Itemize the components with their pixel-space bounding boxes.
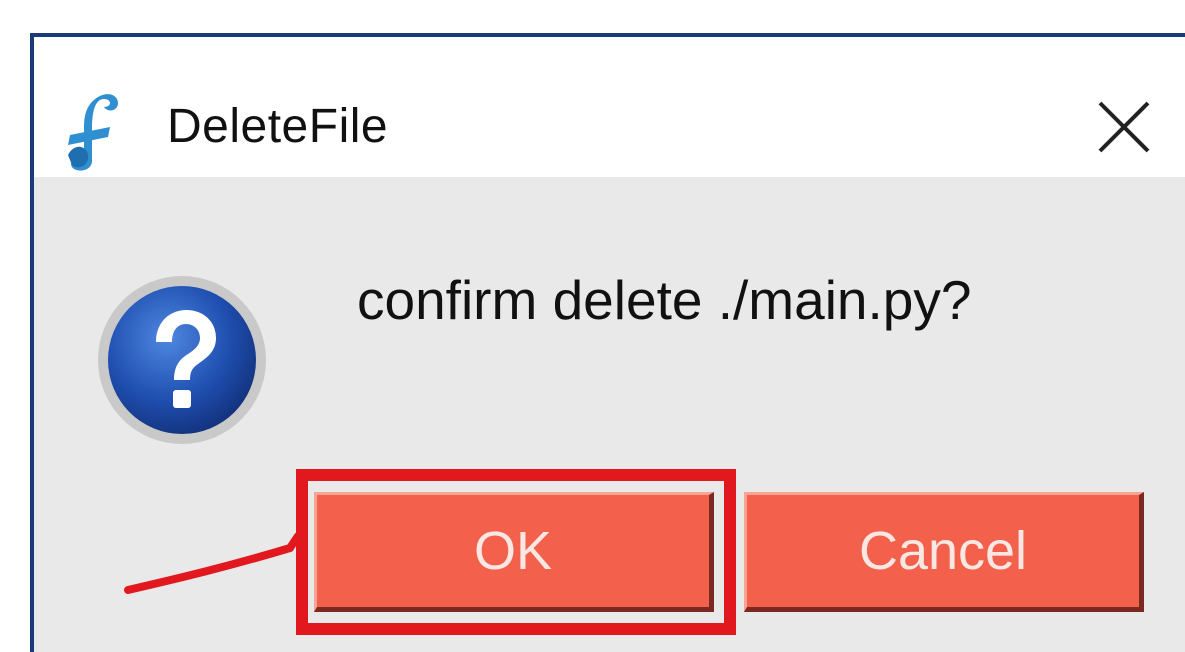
ok-button[interactable]: OK (314, 492, 714, 612)
delete-file-dialog: DeleteFile confirm delete ./main.py? OK (30, 33, 1185, 652)
question-icon (98, 276, 266, 444)
window-title: DeleteFile (167, 100, 389, 153)
close-button[interactable] (1079, 87, 1169, 167)
app-logo-icon (68, 94, 118, 171)
title-bar: DeleteFile (34, 37, 1185, 177)
dialog-body: confirm delete ./main.py? OK Cancel (34, 177, 1185, 652)
cancel-button[interactable]: Cancel (744, 492, 1144, 612)
close-icon (1098, 101, 1150, 153)
confirm-message: confirm delete ./main.py? (357, 269, 972, 331)
